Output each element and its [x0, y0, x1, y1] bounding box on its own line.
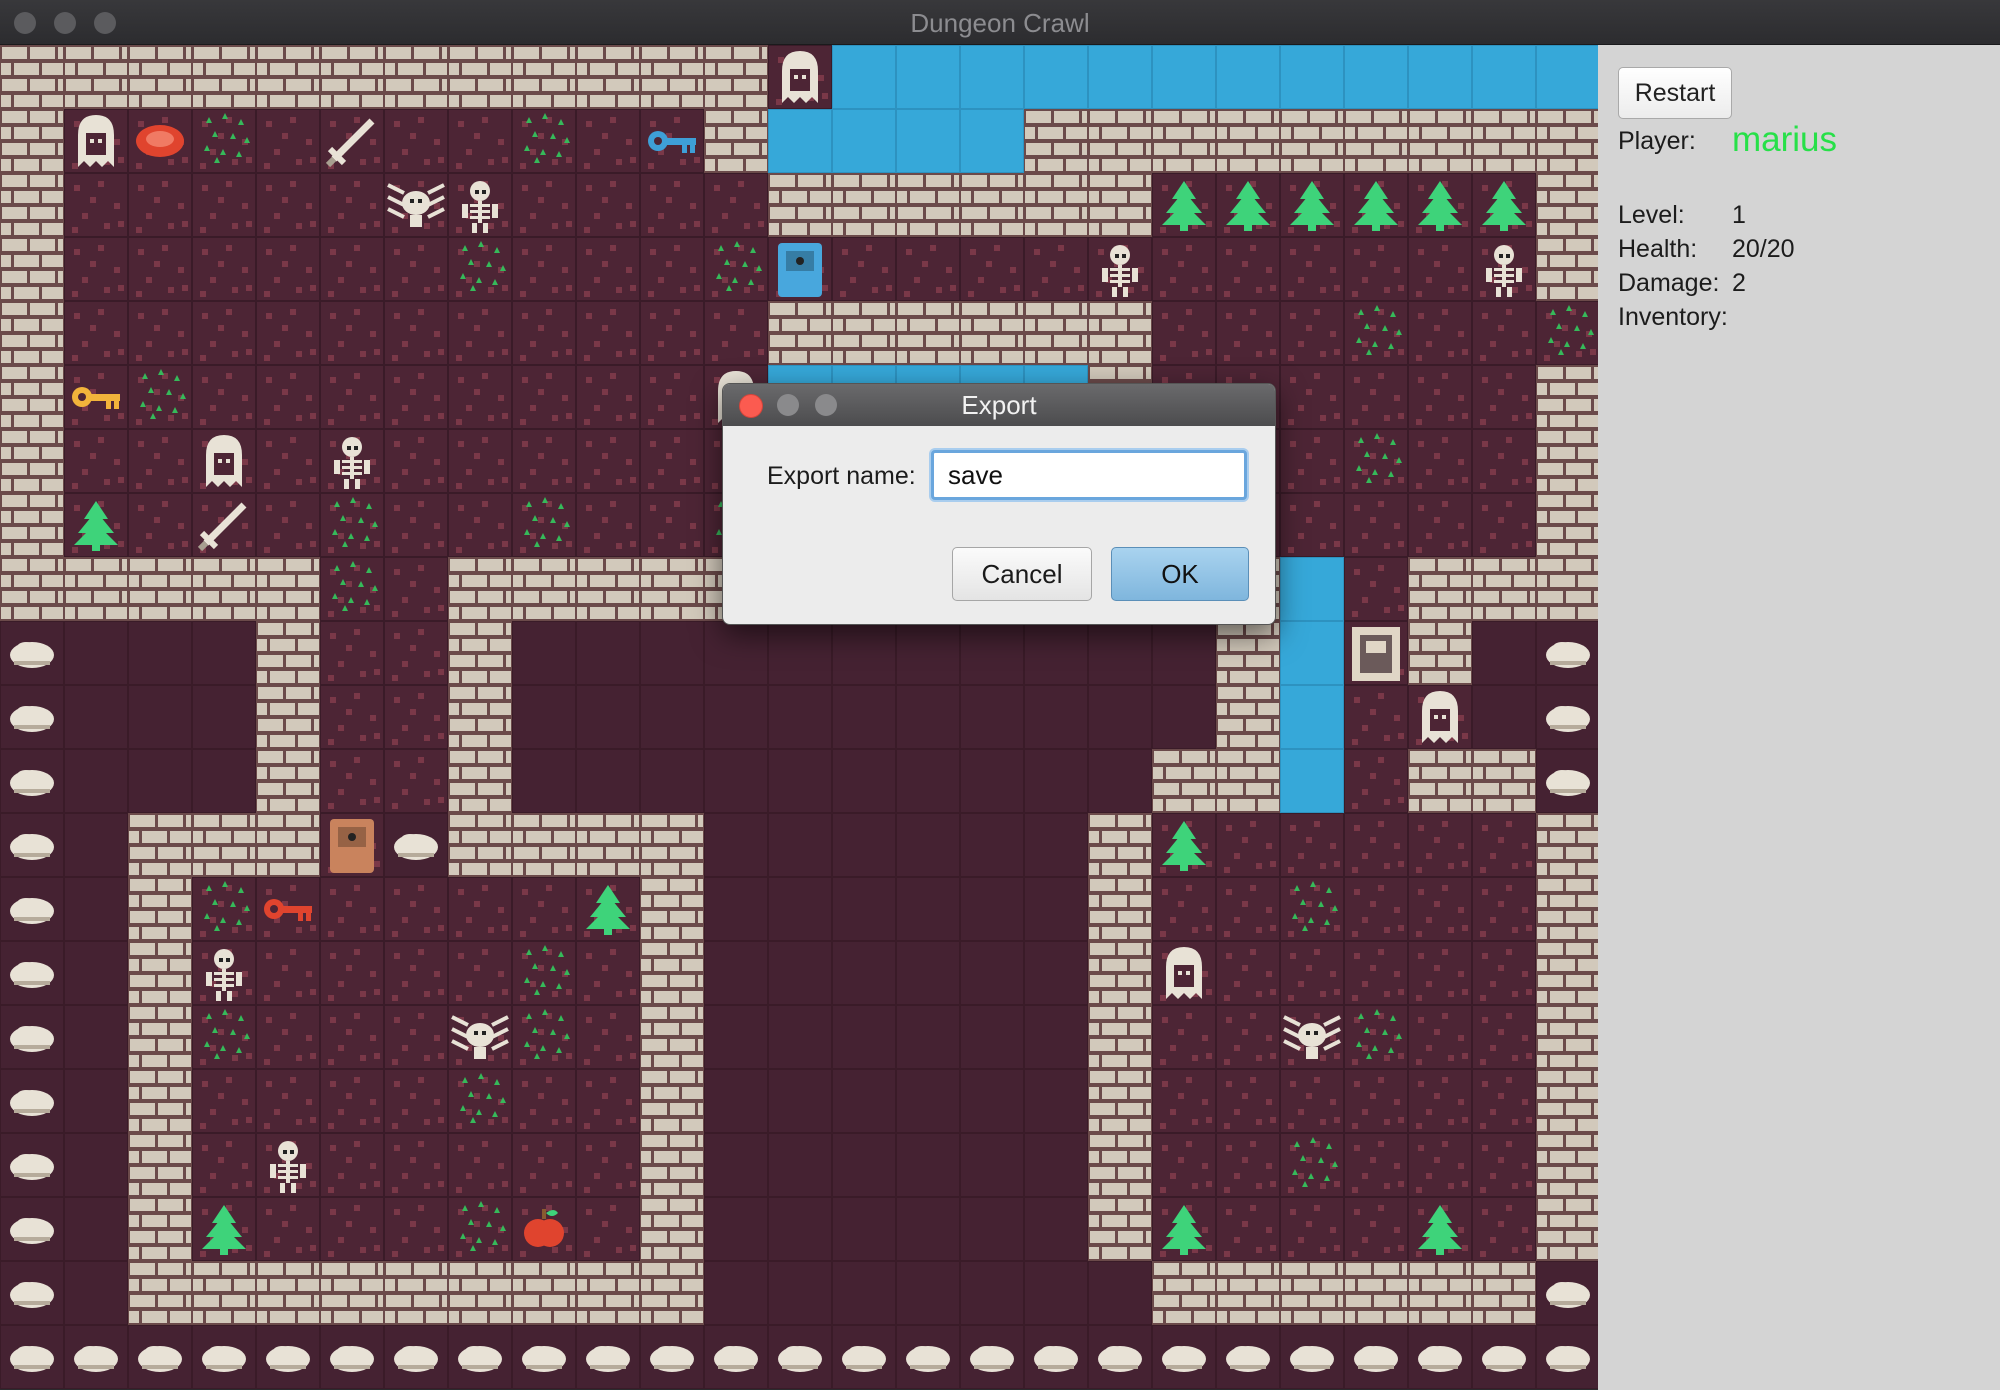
ok-button[interactable]: OK [1111, 547, 1249, 601]
restart-button[interactable]: Restart [1618, 67, 1732, 119]
player-label: Player: [1618, 127, 1696, 155]
health-value: 20/20 [1732, 235, 1795, 263]
player-name: marius [1732, 120, 1838, 159]
export-dialog: Export Export name: Cancel OK [722, 383, 1276, 625]
inventory-label: Inventory: [1618, 303, 1728, 331]
side-panel: Restart Player: marius Level: 1 Health: … [1598, 45, 2000, 1390]
dialog-titlebar: Export [723, 384, 1275, 426]
damage-label: Damage: [1618, 269, 1720, 297]
window-title: Dungeon Crawl [910, 8, 1090, 38]
health-label: Health: [1618, 235, 1698, 263]
modal-backdrop [0, 45, 1598, 1390]
level-value: 1 [1732, 201, 1746, 229]
cancel-button[interactable]: Cancel [952, 547, 1092, 601]
export-name-label: Export name: [767, 462, 916, 490]
damage-value: 2 [1732, 269, 1746, 297]
dialog-title: Export [961, 390, 1037, 420]
level-label: Level: [1618, 201, 1685, 229]
window-titlebar: Dungeon Crawl [0, 0, 2000, 45]
export-name-input[interactable] [931, 450, 1247, 500]
